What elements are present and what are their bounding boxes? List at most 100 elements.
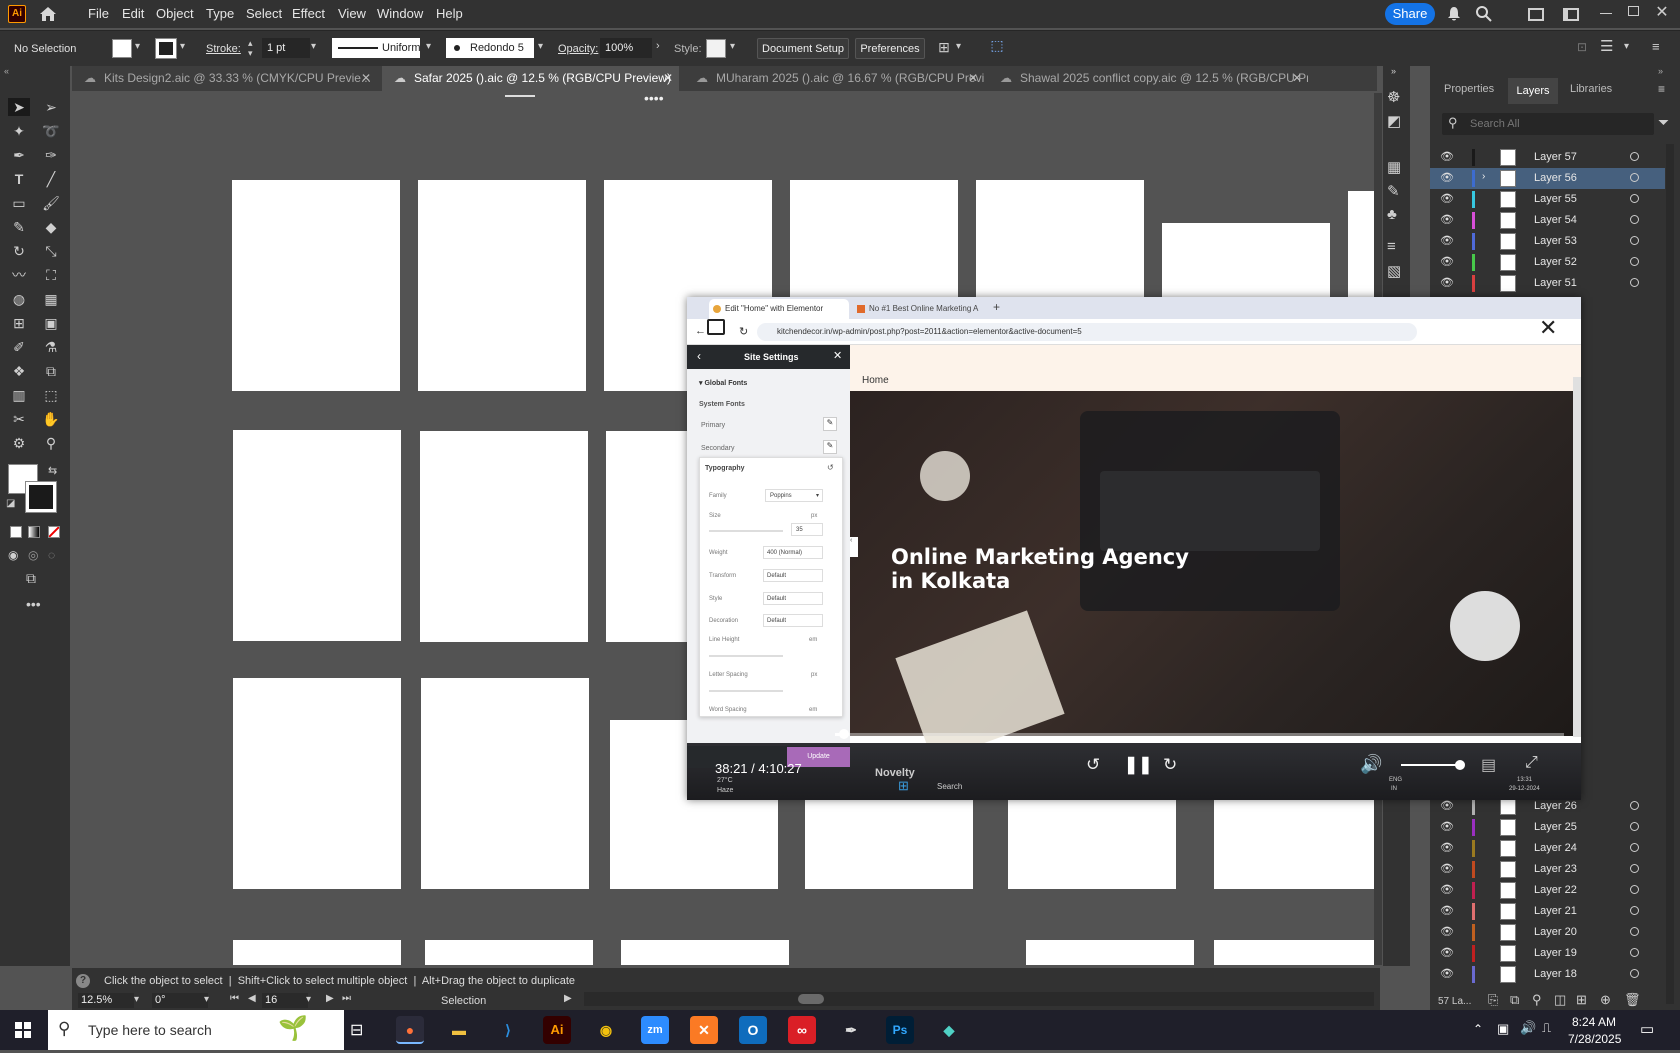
help-icon[interactable]: ? [76, 974, 90, 988]
swatches-icon[interactable]: ▦ [1387, 158, 1401, 176]
tab-layers[interactable]: Layers [1508, 78, 1558, 104]
symbols-icon[interactable]: ♣ [1387, 206, 1397, 223]
eye-icon[interactable]: 👁 [1440, 192, 1454, 205]
artboard[interactable] [421, 678, 589, 889]
weight-select[interactable]: 400 (Normal) [763, 546, 823, 559]
chevron-down-icon[interactable]: ▾ [426, 41, 431, 52]
artboard[interactable] [425, 940, 593, 965]
chevron-down-icon[interactable]: ▾ [538, 41, 543, 52]
delete-layer-icon[interactable]: 🗑 [1624, 992, 1641, 1008]
none-mode-button[interactable] [48, 526, 60, 538]
stroke-swatch[interactable] [155, 38, 177, 59]
shape-builder-tool-icon[interactable]: ◍ [8, 290, 30, 308]
magic-wand-tool-icon[interactable]: ✦ [8, 122, 30, 140]
brush-definition[interactable]: Redondo 5 ... [446, 38, 534, 74]
horizontal-scrollbar[interactable] [584, 992, 1374, 1006]
picture-in-picture-icon[interactable] [707, 319, 725, 335]
artboard[interactable] [232, 180, 400, 391]
color-mode-button[interactable] [10, 526, 22, 538]
chevron-down-icon[interactable]: ▾ [306, 994, 311, 1005]
start-button[interactable] [0, 1010, 46, 1050]
eye-icon[interactable]: 👁 [1440, 213, 1454, 226]
eye-icon[interactable]: 👁 [1440, 255, 1454, 268]
eye-icon[interactable]: 👁 [1440, 883, 1454, 896]
artboard[interactable] [1008, 800, 1176, 889]
menu-edit[interactable]: Edit [122, 6, 144, 21]
close-tab-icon[interactable]: ✕ [663, 66, 673, 91]
layer-row[interactable]: 👁 Layer 19 [1430, 943, 1665, 964]
image-trace-icon[interactable]: ◩ [1387, 112, 1401, 130]
menu-file[interactable]: File [88, 6, 109, 21]
free-transform-tool-icon[interactable]: ⛶ [40, 266, 62, 284]
filter-icon[interactable]: ⏷ [1658, 114, 1669, 131]
screen-mode-icon[interactable]: ⧉ [26, 570, 36, 587]
eye-icon[interactable]: 👁 [1440, 276, 1454, 289]
new-sublayer-icon[interactable]: ⊞ [1576, 992, 1587, 1008]
sidebar-back-icon[interactable]: ‹ [697, 349, 701, 363]
eye-icon[interactable]: 👁 [1440, 925, 1454, 938]
target-icon[interactable] [1630, 885, 1639, 894]
tab-kits-design[interactable]: ☁ Kits Design2.aic @ 33.33 % (CMYK/CPU P… [72, 66, 377, 91]
brushes-icon[interactable]: ✎ [1387, 182, 1400, 200]
close-tab-icon[interactable]: ✕ [361, 66, 371, 91]
zoom-app-icon[interactable]: zm [641, 1016, 669, 1044]
edit-secondary-icon[interactable]: ✎ [823, 440, 837, 454]
scroll-thumb[interactable] [798, 994, 824, 1004]
video-player[interactable]: Edit "Home" with Elementor No #1 Best On… [687, 297, 1581, 800]
target-icon[interactable] [1630, 822, 1639, 831]
target-icon[interactable] [1630, 801, 1639, 810]
zoom-field[interactable]: 12.5% [78, 993, 134, 1008]
captions-icon[interactable]: ▤ [1481, 755, 1496, 775]
graph-tool-icon[interactable]: ▥ [8, 386, 30, 404]
taskbar-search[interactable]: ⚲ Type here to search 🌱 [48, 1010, 344, 1050]
url-field[interactable]: kitchendecor.in/wp-admin/post.php?post=2… [757, 323, 1417, 341]
target-icon[interactable] [1630, 257, 1639, 266]
draw-behind-icon[interactable]: ◎ [28, 548, 38, 562]
video-scrollbar[interactable] [1573, 377, 1581, 737]
eye-icon[interactable]: 👁 [1440, 967, 1454, 980]
restore-icon[interactable] [1628, 6, 1639, 16]
layer-row[interactable]: 👁 Layer 23 [1430, 859, 1665, 880]
target-icon[interactable] [1630, 927, 1639, 936]
target-icon[interactable] [1630, 194, 1639, 203]
size-slider[interactable] [709, 530, 783, 532]
target-icon[interactable] [1630, 948, 1639, 957]
blend-tool-icon[interactable]: ⚗ [40, 338, 62, 356]
close-video-icon[interactable]: ✕ [1539, 315, 1557, 341]
close-window-icon[interactable]: ✕ [1654, 2, 1670, 22]
next-artboard-icon[interactable]: ▶ [326, 993, 334, 1004]
clipping-mask-icon[interactable]: ◫ [1554, 992, 1566, 1008]
selection-tool-icon[interactable]: ➤ [8, 98, 30, 116]
type-tool-icon[interactable]: T [8, 170, 30, 188]
chevron-down-icon[interactable]: ▾ [730, 41, 735, 52]
more-options-icon[interactable]: •••• [644, 93, 664, 106]
arrange-documents-icon[interactable] [1528, 8, 1544, 21]
volume-slider[interactable] [1401, 764, 1459, 766]
family-select[interactable]: Poppins ▾ [765, 489, 823, 502]
artboard-tool-icon[interactable]: ⬚ [40, 386, 62, 404]
home-icon[interactable] [38, 4, 58, 24]
layer-row[interactable]: 👁 Layer 24 [1430, 838, 1665, 859]
layer-row[interactable]: 👁 Layer 54 [1430, 210, 1665, 231]
locate-object-icon[interactable]: ⧉ [1510, 992, 1519, 1008]
menu-effect[interactable]: Effect [292, 6, 325, 21]
artboard[interactable] [621, 940, 789, 965]
pen-app-icon[interactable]: ✒ [837, 1016, 865, 1044]
progress-track[interactable] [844, 733, 1564, 736]
artboard-number-field[interactable]: 16 [262, 993, 308, 1008]
global-fonts-label[interactable]: ▾ Global Fonts [699, 379, 747, 387]
taskbar-time[interactable]: 8:24 AM [1572, 1015, 1616, 1029]
eye-icon[interactable]: 👁 [1440, 799, 1454, 812]
network-icon[interactable]: ▣ [1497, 1021, 1509, 1037]
hand-tool-icon[interactable]: ✋ [40, 410, 62, 428]
letter-spacing-slider[interactable] [709, 690, 783, 692]
artboard[interactable] [1214, 940, 1380, 965]
style-select[interactable]: Default [763, 592, 823, 605]
chevron-down-icon[interactable]: ▾ [311, 41, 316, 52]
close-tab-icon[interactable]: ✕ [1292, 66, 1302, 91]
shaper-tool-icon[interactable]: ✎ [8, 218, 30, 236]
artboard[interactable] [420, 431, 588, 642]
mesh-tool-icon[interactable]: ⊞ [8, 314, 30, 332]
firefox-icon[interactable]: ● [396, 1016, 424, 1044]
menu-object[interactable]: Object [156, 6, 194, 21]
